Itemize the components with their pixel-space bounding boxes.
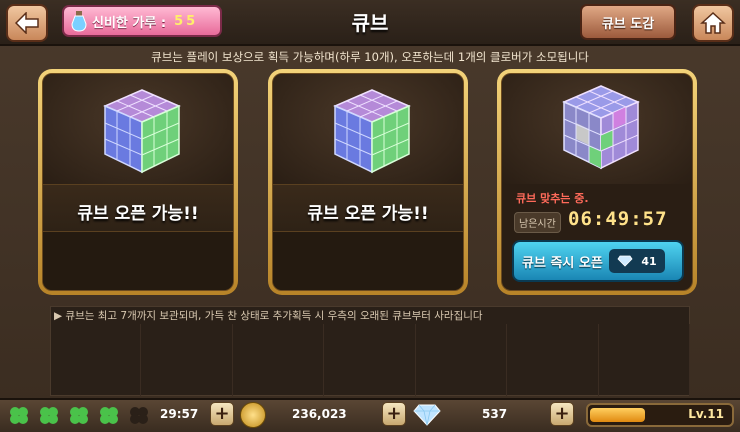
- remaining-time-label: 남은시간: [514, 212, 561, 233]
- remaining-time-value: 06:49:57: [568, 208, 668, 230]
- cube-notice: 큐브는 플레이 보상으로 획득 가능하며(하루 10개), 오픈하는데 1개의 …: [151, 50, 589, 64]
- clover-timer: 29:57: [160, 407, 199, 421]
- instant-open-label: 큐브 즉시 오픈: [522, 255, 603, 271]
- diamond-value: 537: [482, 407, 508, 421]
- clover-icon: [10, 407, 28, 424]
- scrambled-cube-icon: [562, 85, 640, 170]
- add-clover-button[interactable]: +: [210, 402, 234, 426]
- cube-slot-3: 큐브 맞추는 중. 남은시간 06:49:57 큐브 즉시 오픈 41: [497, 69, 697, 295]
- cube-slot-2[interactable]: 큐브 오픈 가능!!: [268, 69, 468, 295]
- instant-open-button[interactable]: 큐브 즉시 오픈 41: [512, 240, 684, 282]
- diamond-icon: [413, 404, 441, 426]
- home-button[interactable]: [692, 4, 734, 42]
- diamond-icon: [617, 255, 633, 267]
- level-label: Lv.11: [688, 407, 724, 421]
- clover-icon: [100, 407, 118, 424]
- add-diamond-button[interactable]: +: [550, 402, 574, 426]
- cube-open-ready-label: 큐브 오픈 가능!!: [77, 204, 199, 224]
- instant-open-cost: 41: [608, 249, 665, 273]
- clover-icon: [40, 407, 58, 424]
- log-grid: [50, 324, 690, 396]
- cube-slot-1[interactable]: 큐브 오픈 가능!!: [38, 69, 238, 295]
- cube-icon: [103, 89, 181, 174]
- gold-value: 236,023: [292, 407, 347, 421]
- cube-dex-button[interactable]: 큐브 도감: [580, 4, 676, 40]
- home-icon: [700, 11, 726, 34]
- empty-clover-icon: [130, 407, 148, 424]
- add-gold-button[interactable]: +: [382, 402, 406, 426]
- cube-screen: 신비한 가루 : 55 큐브 큐브 도감 큐브는 플레이 보상으로 획득 가능하…: [0, 0, 740, 432]
- cube-status: 큐브 맞추는 중.: [516, 192, 589, 205]
- gold-coin-icon: [240, 402, 266, 428]
- instant-open-cost-value: 41: [641, 254, 657, 268]
- cube-open-ready-label: 큐브 오픈 가능!!: [307, 204, 429, 224]
- xp-fill: [590, 408, 645, 422]
- top-bar: 신비한 가루 : 55 큐브 큐브 도감: [0, 0, 740, 46]
- level-xp-bar: Lv.11: [586, 403, 734, 427]
- clover-icon: [70, 407, 88, 424]
- cube-icon: [333, 89, 411, 174]
- log-line: ▶ 큐브는 최고 7개까지 보관되며, 가득 찬 상태로 추가획득 시 우측의 …: [54, 310, 483, 322]
